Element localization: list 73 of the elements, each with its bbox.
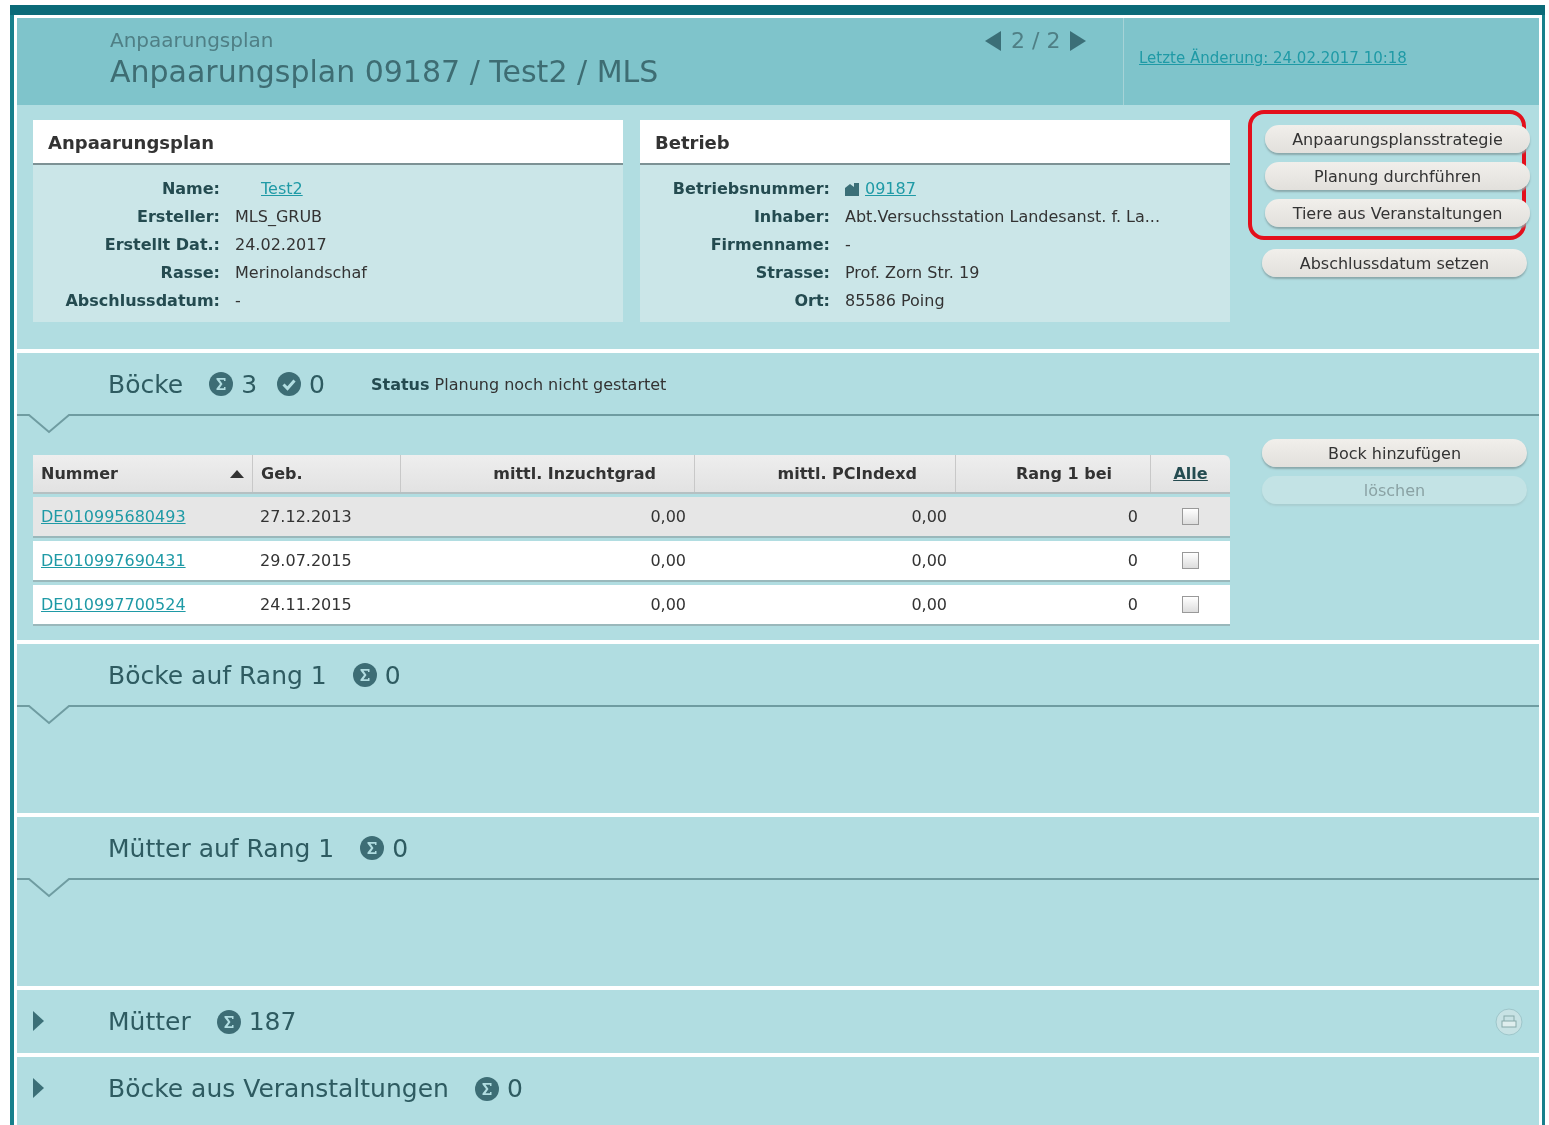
section-title: Mütter [108, 1007, 191, 1036]
action-button[interactable]: Tiere aus Veranstaltungen [1265, 199, 1530, 227]
row-checkbox[interactable] [1181, 552, 1199, 569]
field-label: Erstellt Dat.: [103, 234, 220, 256]
column-header[interactable]: Geb. [252, 455, 400, 492]
row-checkbox[interactable] [1181, 508, 1199, 525]
table-cell: 0,00 [650, 507, 686, 526]
section-title: Böcke auf Rang 1 [108, 660, 327, 690]
count: 3 [241, 369, 258, 399]
field-value: - [235, 290, 241, 312]
count: 0 [392, 833, 409, 863]
print-icon[interactable] [1495, 1008, 1523, 1036]
column-header[interactable]: mittl. Inzuchtgrad [400, 455, 694, 492]
section-title: Mütter auf Rang 1 [108, 833, 335, 863]
page-counter: 2 / 2 [1011, 29, 1061, 53]
field-value: Abt.Versuchsstation Landesanst. f. La... [845, 206, 1161, 228]
sum-icon [216, 1009, 241, 1034]
field-value: - [845, 234, 851, 256]
sum-icon [360, 836, 385, 860]
table-cell: 0 [1127, 551, 1138, 570]
action-button[interactable]: Abschlussdatum setzen [1262, 249, 1527, 277]
section-title: Böcke [108, 369, 184, 399]
field-label: Name: [160, 178, 220, 200]
section-title: Böcke aus Veranstaltungen [108, 1074, 449, 1103]
column-header[interactable]: Rang 1 bei [955, 455, 1150, 492]
field-label: Ort: [793, 290, 830, 312]
field-label: Betriebsnummer: [671, 178, 830, 200]
sum-icon [474, 1076, 499, 1101]
field-label: Firmenname: [709, 234, 830, 256]
table-cell: 29.07.2015 [260, 551, 352, 570]
card-title: Betrieb [640, 120, 1230, 165]
table-cell: 0,00 [911, 595, 947, 614]
section-button[interactable]: Bock hinzufügen [1262, 439, 1527, 467]
table-cell: 0,00 [650, 595, 686, 614]
field-value: 85586 Poing [845, 290, 945, 312]
field-label: Abschlussdatum: [64, 290, 220, 312]
page-title: Anpaarungsplan 09187 / Test2 / MLS [110, 54, 660, 89]
page-subtitle: Anpaarungsplan [110, 28, 275, 52]
farm-icon [845, 182, 859, 196]
card-title: Anpaarungsplan [33, 120, 623, 165]
field-label: Rasse: [159, 262, 220, 284]
row-checkbox[interactable] [1181, 596, 1199, 613]
field-label: Inhaber: [752, 206, 830, 228]
table-cell: 0 [1127, 595, 1138, 614]
table-cell: 27.12.2013 [260, 507, 352, 526]
table-cell: 0,00 [911, 507, 947, 526]
action-button[interactable]: Anpaarungsplansstrategie [1265, 125, 1530, 153]
expand-icon[interactable] [33, 1078, 44, 1098]
count: 0 [384, 660, 401, 690]
table-cell: 24.11.2015 [260, 595, 352, 614]
column-header[interactable]: mittl. PCIndexd [694, 455, 955, 492]
select-all-link[interactable]: Alle [1173, 464, 1208, 483]
sum-icon [209, 372, 234, 396]
status-text: Status Planung noch nicht gestartet [371, 374, 667, 394]
sort-ascending-icon [230, 469, 244, 478]
sum-icon [352, 663, 377, 687]
field-value: Merinolandschaf [235, 262, 367, 284]
column-header[interactable]: Nummer [33, 455, 252, 492]
field-value: MLS_GRUB [235, 206, 323, 228]
count: 0 [309, 369, 325, 399]
count: 0 [506, 1074, 523, 1103]
field-value: Prof. Zorn Str. 19 [845, 262, 980, 284]
field-label: Ersteller: [136, 206, 220, 228]
table-cell: 0,00 [650, 551, 686, 570]
check-icon [277, 372, 302, 396]
expand-icon[interactable] [33, 1011, 44, 1031]
previous-icon[interactable] [983, 29, 1003, 53]
table-cell: 0,00 [911, 551, 947, 570]
action-button[interactable]: Planung durchführen [1265, 162, 1530, 190]
count: 187 [248, 1007, 297, 1036]
field-label: Strasse: [754, 262, 830, 284]
field-value: 24.02.2017 [235, 234, 327, 256]
table-cell: 0 [1127, 507, 1138, 526]
